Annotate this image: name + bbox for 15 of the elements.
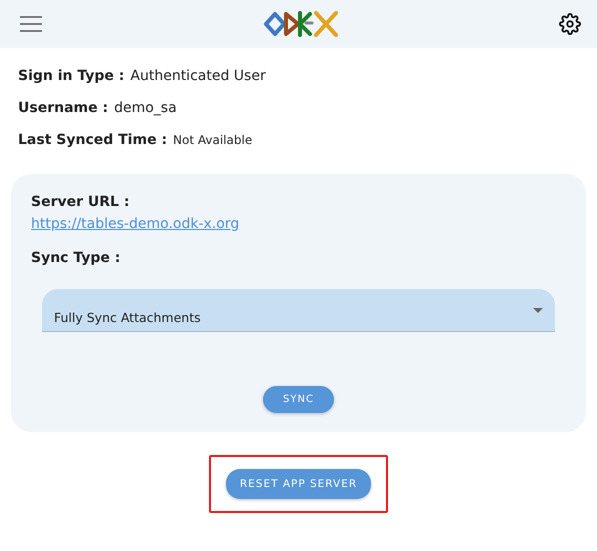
caret-icon <box>533 308 543 313</box>
menu-icon[interactable] <box>18 14 44 34</box>
field-value: Authenticated User <box>130 68 266 84</box>
field-label: Sign in Type : <box>18 68 124 84</box>
field-value: demo_sa <box>114 100 177 116</box>
sync-button[interactable]: SYNC <box>263 386 334 413</box>
reset-app-server-button[interactable]: RESET APP SERVER <box>226 469 372 499</box>
server-url-link[interactable]: https://tables-demo.odk-x.org <box>31 216 240 232</box>
sync-type-dropdown[interactable]: Fully Sync Attachments <box>42 289 555 332</box>
field-label: Username : <box>18 100 108 116</box>
server-url-label: Server URL : <box>31 194 130 210</box>
field-label: Last Synced Time : <box>18 132 168 148</box>
settings-icon[interactable] <box>557 11 583 37</box>
sync-type-label: Sync Type : <box>31 250 120 266</box>
field-value: Not Available <box>173 133 252 147</box>
